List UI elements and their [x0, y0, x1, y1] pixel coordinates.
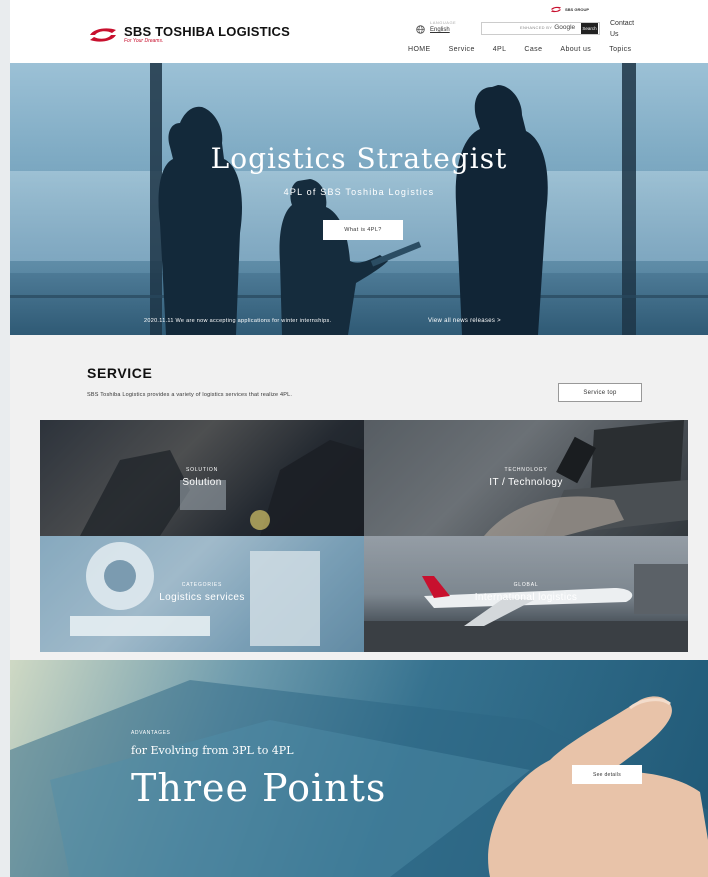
see-details-button[interactable]: See details	[572, 765, 642, 784]
brand-name: SBS TOSHIBA LOGISTICS	[124, 24, 290, 39]
tile-international-tag: GLOBAL	[513, 582, 539, 588]
search-button[interactable]: Search	[581, 23, 598, 34]
language-value[interactable]: English	[430, 27, 456, 33]
advantages-title: Three Points	[131, 766, 387, 810]
advantages-subtitle: for Evolving from 3PL to 4PL	[131, 744, 294, 757]
site-header: SBS TOSHIBA LOGISTICS For Your Dreams. S…	[10, 0, 708, 63]
contact-link[interactable]: Contact Us	[610, 18, 644, 40]
search-powered-label: ENHANCED BY	[520, 25, 553, 30]
tile-solution-name: Solution	[182, 477, 222, 488]
language-label: LANGUAGE	[430, 20, 457, 25]
tile-logistics-name: Logistics services	[159, 592, 245, 603]
brand-tagline: For Your Dreams.	[124, 38, 164, 44]
news-ticker-text[interactable]: 2020.11.11 We are now accepting applicat…	[144, 318, 331, 324]
tile-international-name: International logistics	[474, 592, 578, 603]
service-tiles: SOLUTION Solution TECHNOLOGY IT / Techno…	[40, 420, 688, 652]
advantages-tag: ADVANTAGES	[131, 730, 171, 736]
nav-item-4pl[interactable]: 4PL	[493, 46, 507, 53]
nav-item-case[interactable]: Case	[524, 46, 542, 53]
sbs-logo-icon	[90, 28, 116, 42]
hero-subtitle: 4PL of SBS Toshiba Logistics	[283, 187, 435, 197]
tile-solution-tag: SOLUTION	[186, 467, 218, 473]
tile-logistics-services[interactable]: CATEGORIES Logistics services	[40, 536, 364, 652]
sbs-group-label: SBS GROUP	[565, 7, 590, 12]
service-section: SERVICE SBS Toshiba Logistics provides a…	[10, 335, 708, 660]
sbs-group-icon	[550, 6, 562, 13]
hero-people-image	[10, 63, 708, 335]
view-all-news-link[interactable]: View all news releases >	[428, 318, 501, 324]
what-is-4pl-button[interactable]: What is 4PL?	[323, 220, 403, 240]
service-top-button[interactable]: Service top	[558, 383, 642, 402]
service-title: SERVICE	[87, 365, 153, 381]
language-selector[interactable]: LANGUAGE English	[416, 20, 456, 34]
advantages-section: ADVANTAGES for Evolving from 3PL to 4PL …	[10, 660, 708, 877]
site-search: ENHANCED BY Google Search	[481, 22, 600, 35]
service-description: SBS Toshiba Logistics provides a variety…	[87, 392, 293, 398]
tile-solution[interactable]: SOLUTION Solution	[40, 420, 364, 536]
google-label: Google	[554, 24, 576, 31]
nav-item-service[interactable]: Service	[449, 46, 475, 53]
brand-logo[interactable]: SBS TOSHIBA LOGISTICS For Your Dreams.	[88, 25, 290, 45]
nav-item-topics[interactable]: Topics	[609, 46, 631, 53]
tile-technology-name: IT / Technology	[489, 477, 563, 488]
tile-it-technology[interactable]: TECHNOLOGY IT / Technology	[364, 420, 688, 536]
nav-item-about-us[interactable]: About us	[560, 46, 591, 53]
nav-item-home[interactable]: HOME	[408, 46, 431, 53]
globe-icon	[416, 25, 425, 34]
hero-banner: Logistics Strategist 4PL of SBS Toshiba …	[10, 63, 708, 335]
tile-logistics-tag: CATEGORIES	[181, 582, 223, 588]
main-nav: HOME Service 4PL Case About us Topics	[408, 46, 631, 53]
search-brand: ENHANCED BY Google	[520, 24, 575, 31]
page: SBS TOSHIBA LOGISTICS For Your Dreams. S…	[10, 0, 708, 877]
sbs-group-link[interactable]: SBS GROUP	[550, 6, 589, 13]
hero-title: Logistics Strategist	[210, 142, 508, 175]
tile-technology-tag: TECHNOLOGY	[504, 467, 548, 473]
tile-international-logistics[interactable]: GLOBAL International logistics	[364, 536, 688, 652]
